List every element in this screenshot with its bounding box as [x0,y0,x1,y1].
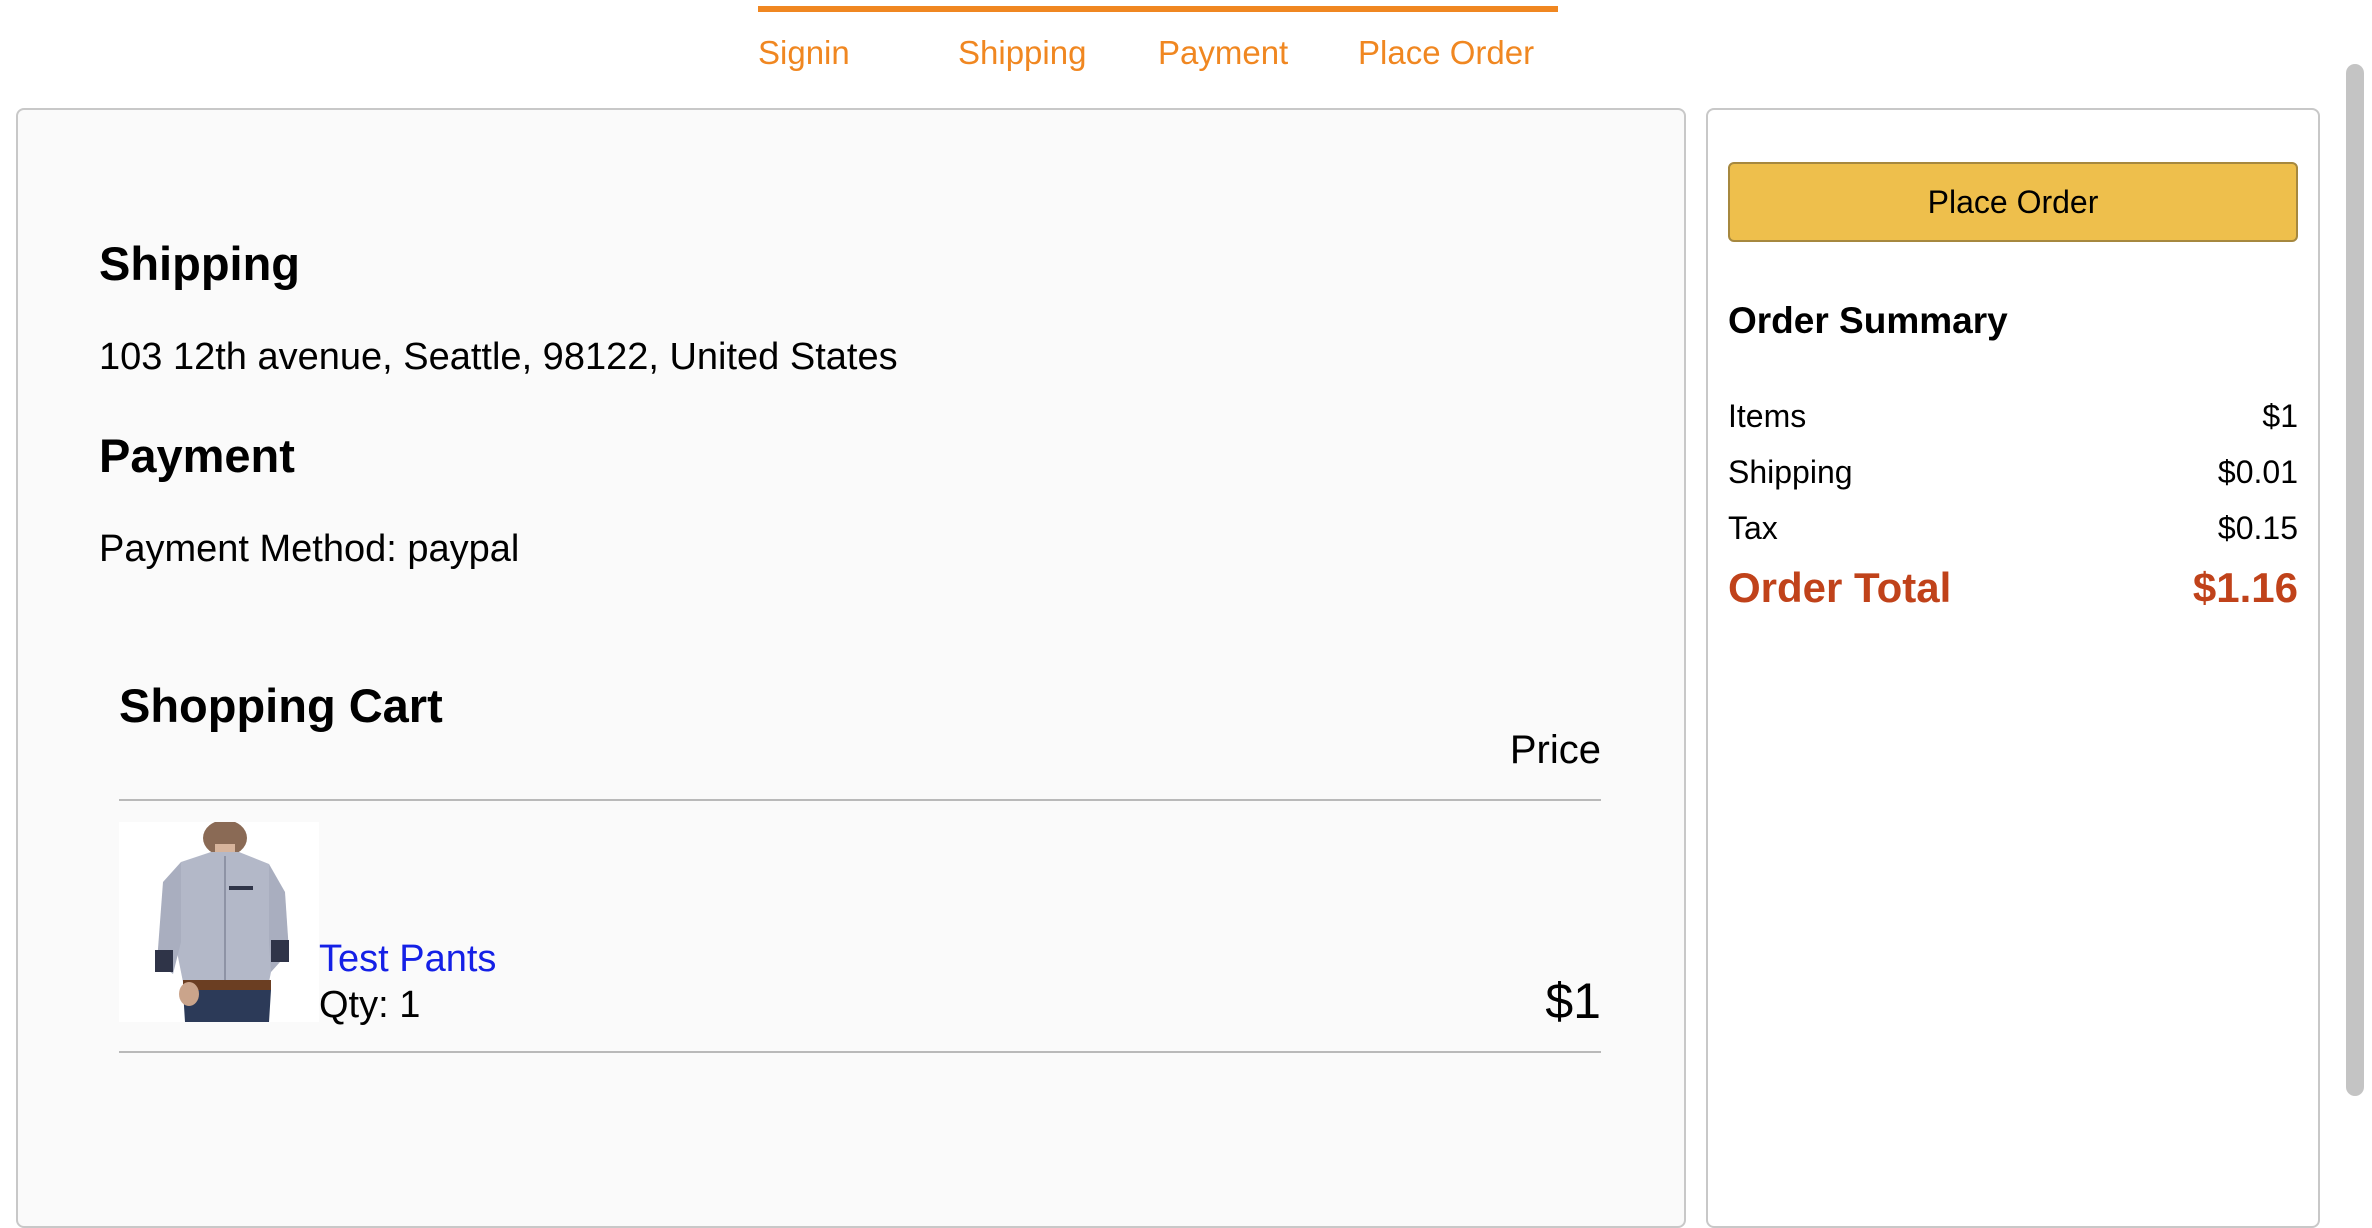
summary-row-order-total: Order Total $1.16 [1728,564,2298,612]
order-summary-card: Place Order Order Summary Items $1 Shipp… [1706,108,2320,1228]
summary-label: Shipping [1728,454,1853,490]
product-price: $1 [1545,973,1601,1029]
summary-value: $1 [2262,398,2298,434]
order-total-label: Order Total [1728,564,1952,611]
step-signin[interactable]: Signin [758,34,850,72]
summary-value: $0.15 [2217,510,2298,546]
price-column-header: Price [1509,728,1601,772]
summary-label: Items [1728,398,1807,434]
summary-row-shipping: Shipping $0.01 [1728,454,2298,491]
step-payment[interactable]: Payment [1158,34,1288,72]
shipping-address: 103 12th avenue, Seattle, 98122, United … [99,336,898,378]
shopping-cart-title: Shopping Cart [119,679,443,732]
summary-label: Tax [1728,510,1778,546]
place-order-button[interactable]: Place Order [1728,162,2298,242]
scrollbar-thumb[interactable] [2346,64,2364,1096]
checkout-steps: Signin Shipping Payment Place Order [758,6,1558,71]
order-total-value: $1.16 [2192,564,2298,611]
order-details-card: Shipping 103 12th avenue, Seattle, 98122… [16,108,1686,1228]
product-image[interactable] [119,822,319,1022]
cart-divider-bottom [119,1051,1601,1053]
step-shipping[interactable]: Shipping [958,34,1086,72]
shirt-photo-icon [119,822,319,1022]
product-qty: Qty: 1 [319,984,421,1026]
order-summary-title: Order Summary [1728,300,2008,341]
product-name-link[interactable]: Test Pants [319,938,496,981]
payment-title: Payment [99,429,295,482]
summary-row-items: Items $1 [1728,398,2298,435]
summary-row-tax: Tax $0.15 [1728,510,2298,547]
cart-divider-top [119,799,1601,801]
step-place-order[interactable]: Place Order [1358,34,1534,72]
payment-method: Payment Method: paypal [99,528,520,570]
summary-value: $0.01 [2217,454,2298,490]
shipping-title: Shipping [99,237,301,290]
